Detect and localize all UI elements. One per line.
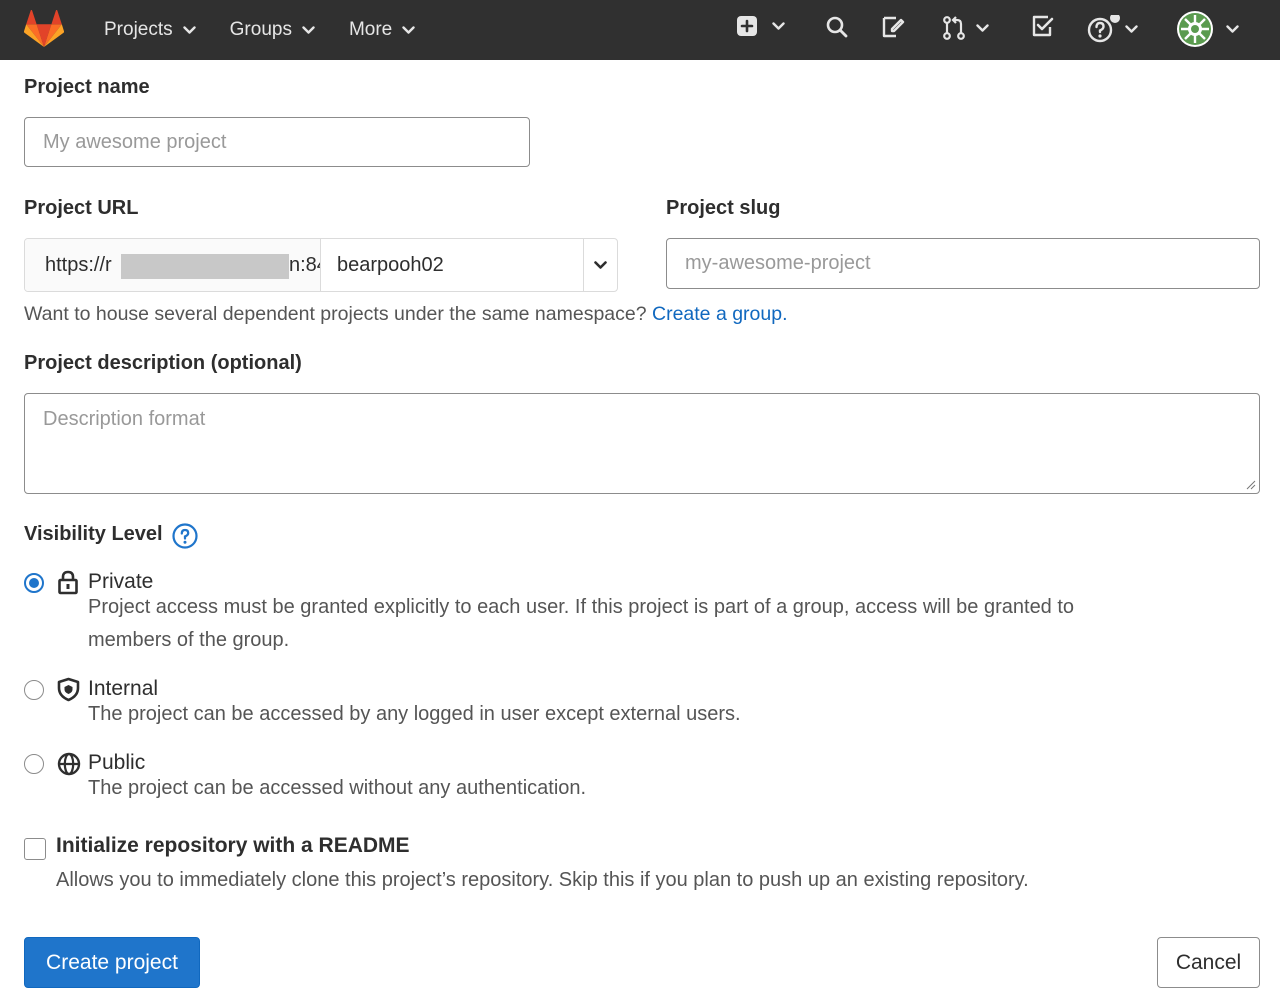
merge-request-icon — [943, 16, 965, 40]
issues-button[interactable] — [881, 15, 905, 39]
chevron-down-icon — [976, 23, 989, 32]
url-prefix-tail: n:84 — [289, 253, 320, 276]
nav-projects-label: Projects — [104, 19, 173, 40]
visibility-public-desc: The project can be accessed without any … — [88, 777, 587, 799]
redacted-region — [121, 254, 289, 279]
readme-desc: Allows you to immediately clone this pro… — [56, 869, 1029, 891]
visibility-private-desc-1: Project access must be granted explicitl… — [88, 596, 1075, 618]
todo-icon — [1032, 15, 1054, 37]
search-button[interactable] — [826, 15, 848, 39]
url-prefix-text: https://r — [45, 253, 112, 276]
user-menu-button[interactable] — [1176, 10, 1239, 48]
create-project-button[interactable]: Create project — [24, 937, 200, 988]
description-placeholder: Description format — [43, 408, 206, 430]
project-slug-label: Project slug — [666, 197, 781, 219]
nav-groups-label: Groups — [229, 19, 292, 40]
namespace-select[interactable]: bearpooh02 — [321, 239, 583, 291]
resize-handle-icon[interactable] — [1246, 480, 1256, 490]
visibility-private-radio[interactable] — [24, 573, 44, 593]
project-slug-input[interactable]: my-awesome-project — [666, 238, 1260, 289]
chevron-down-icon — [182, 25, 196, 34]
nav-more-label: More — [348, 19, 393, 40]
merge-requests-button[interactable] — [942, 15, 989, 41]
visibility-internal-desc: The project can be accessed by any logge… — [88, 703, 741, 725]
readme-label: Initialize repository with a README — [56, 834, 410, 857]
chevron-down-icon — [1125, 24, 1138, 33]
issues-icon — [882, 16, 905, 38]
create-group-link[interactable]: Create a group. — [652, 303, 788, 325]
cancel-button[interactable]: Cancel — [1157, 937, 1260, 988]
visibility-internal-radio[interactable] — [24, 680, 44, 700]
namespace-help-text: Want to house several dependent projects… — [24, 303, 788, 326]
visibility-level-label: Visibility Level — [24, 523, 163, 545]
chevron-down-icon — [1226, 24, 1239, 33]
project-url-label: Project URL — [24, 197, 139, 219]
project-name-input[interactable]: My awesome project — [24, 117, 530, 167]
visibility-private-desc-2: members of the group. — [88, 629, 290, 651]
readme-checkbox[interactable] — [24, 838, 46, 860]
nav-projects[interactable]: Projects — [104, 19, 196, 41]
nav-more[interactable]: More — [349, 19, 415, 41]
top-navbar: Projects Groups More — [0, 0, 1280, 60]
main-nav-menu: Projects Groups More — [104, 0, 449, 60]
project-url-group: https://r n:84 bearpooh02 — [24, 238, 618, 292]
namespace-help-sentence: Want to house several dependent projects… — [24, 303, 652, 325]
namespace-dropdown-toggle[interactable] — [583, 239, 617, 291]
project-description-textarea[interactable]: Description format — [24, 393, 1260, 494]
shield-icon — [57, 677, 80, 702]
gitlab-logo-icon[interactable] — [23, 9, 65, 48]
search-icon — [826, 16, 848, 38]
avatar — [1177, 11, 1213, 47]
todos-button[interactable] — [1031, 15, 1055, 39]
project-name-label: Project name — [24, 76, 150, 98]
lock-icon — [58, 570, 78, 595]
project-url-prefix: https://r n:84 — [25, 239, 321, 291]
question-circle-icon[interactable] — [172, 523, 198, 549]
nav-groups[interactable]: Groups — [230, 19, 315, 41]
plus-square-icon — [737, 16, 757, 36]
chevron-down-icon — [594, 260, 607, 269]
chevron-down-icon — [302, 25, 315, 34]
chevron-down-icon — [402, 25, 415, 34]
globe-icon — [57, 752, 81, 776]
visibility-public-radio[interactable] — [24, 754, 44, 774]
project-description-label: Project description (optional) — [24, 352, 302, 374]
help-dropdown-button[interactable] — [1087, 15, 1138, 43]
new-dropdown-button[interactable] — [736, 15, 785, 37]
help-icon — [1087, 15, 1120, 43]
chevron-down-icon — [772, 21, 785, 30]
